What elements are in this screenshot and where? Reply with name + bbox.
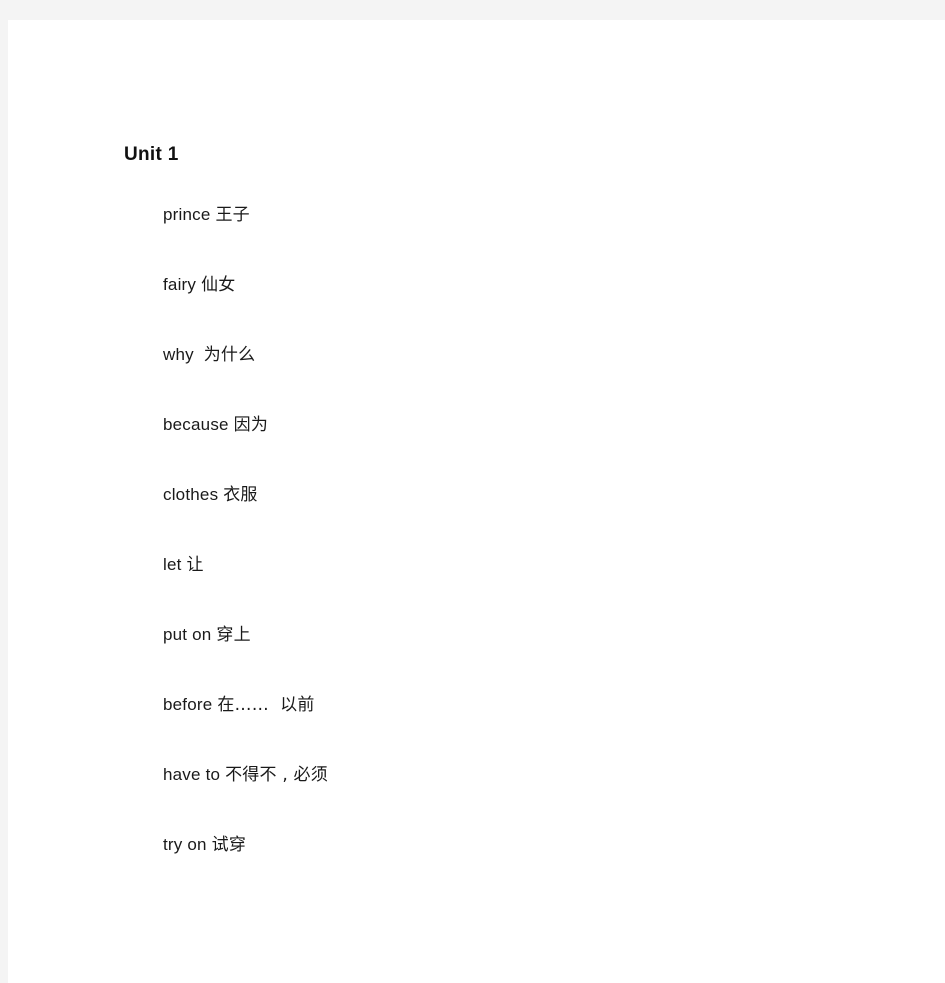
vocabulary-term: fairy — [163, 275, 197, 294]
vocabulary-term: clothes — [163, 485, 219, 504]
vocabulary-gloss: 在…… 以前 — [217, 695, 315, 715]
vocabulary-term: prince — [163, 205, 211, 224]
list-item: before 在…… 以前 — [163, 695, 328, 765]
vocabulary-gloss: 仙女 — [201, 275, 236, 295]
vocabulary-term: why — [163, 345, 194, 364]
vocabulary-term: put on — [163, 625, 212, 644]
vocabulary-gloss: 试穿 — [211, 835, 247, 855]
vocabulary-gloss: 为什么 — [203, 345, 256, 365]
vocabulary-term: let — [163, 555, 182, 574]
document-page: Unit 1 prince 王子 fairy 仙女 why 为什么 becaus… — [8, 20, 945, 983]
list-item: have to 不得不 , 必须 — [163, 765, 328, 835]
entry-separator — [194, 345, 204, 364]
page-title: Unit 1 — [124, 143, 179, 165]
vocabulary-gloss: 衣服 — [223, 485, 258, 505]
vocabulary-gloss: 不得不 , 必须 — [225, 765, 328, 785]
list-item: why 为什么 — [163, 345, 328, 415]
list-item: try on 试穿 — [163, 835, 328, 905]
list-item: prince 王子 — [163, 205, 328, 275]
vocabulary-term: before — [163, 695, 213, 714]
list-item: fairy 仙女 — [163, 275, 328, 345]
list-item: let 让 — [163, 555, 328, 625]
vocabulary-gloss: 王子 — [215, 205, 250, 225]
vocabulary-gloss: 让 — [186, 555, 204, 575]
list-item: because 因为 — [163, 415, 328, 485]
vocabulary-gloss: 因为 — [233, 415, 269, 435]
vocabulary-term: because — [163, 415, 229, 434]
vocabulary-term: have to — [163, 765, 221, 784]
vocabulary-term: try on — [163, 835, 207, 854]
vocabulary-list: prince 王子 fairy 仙女 why 为什么 because 因为 cl… — [163, 205, 328, 905]
vocabulary-gloss: 穿上 — [216, 625, 251, 645]
list-item: clothes 衣服 — [163, 485, 328, 555]
list-item: put on 穿上 — [163, 625, 328, 695]
